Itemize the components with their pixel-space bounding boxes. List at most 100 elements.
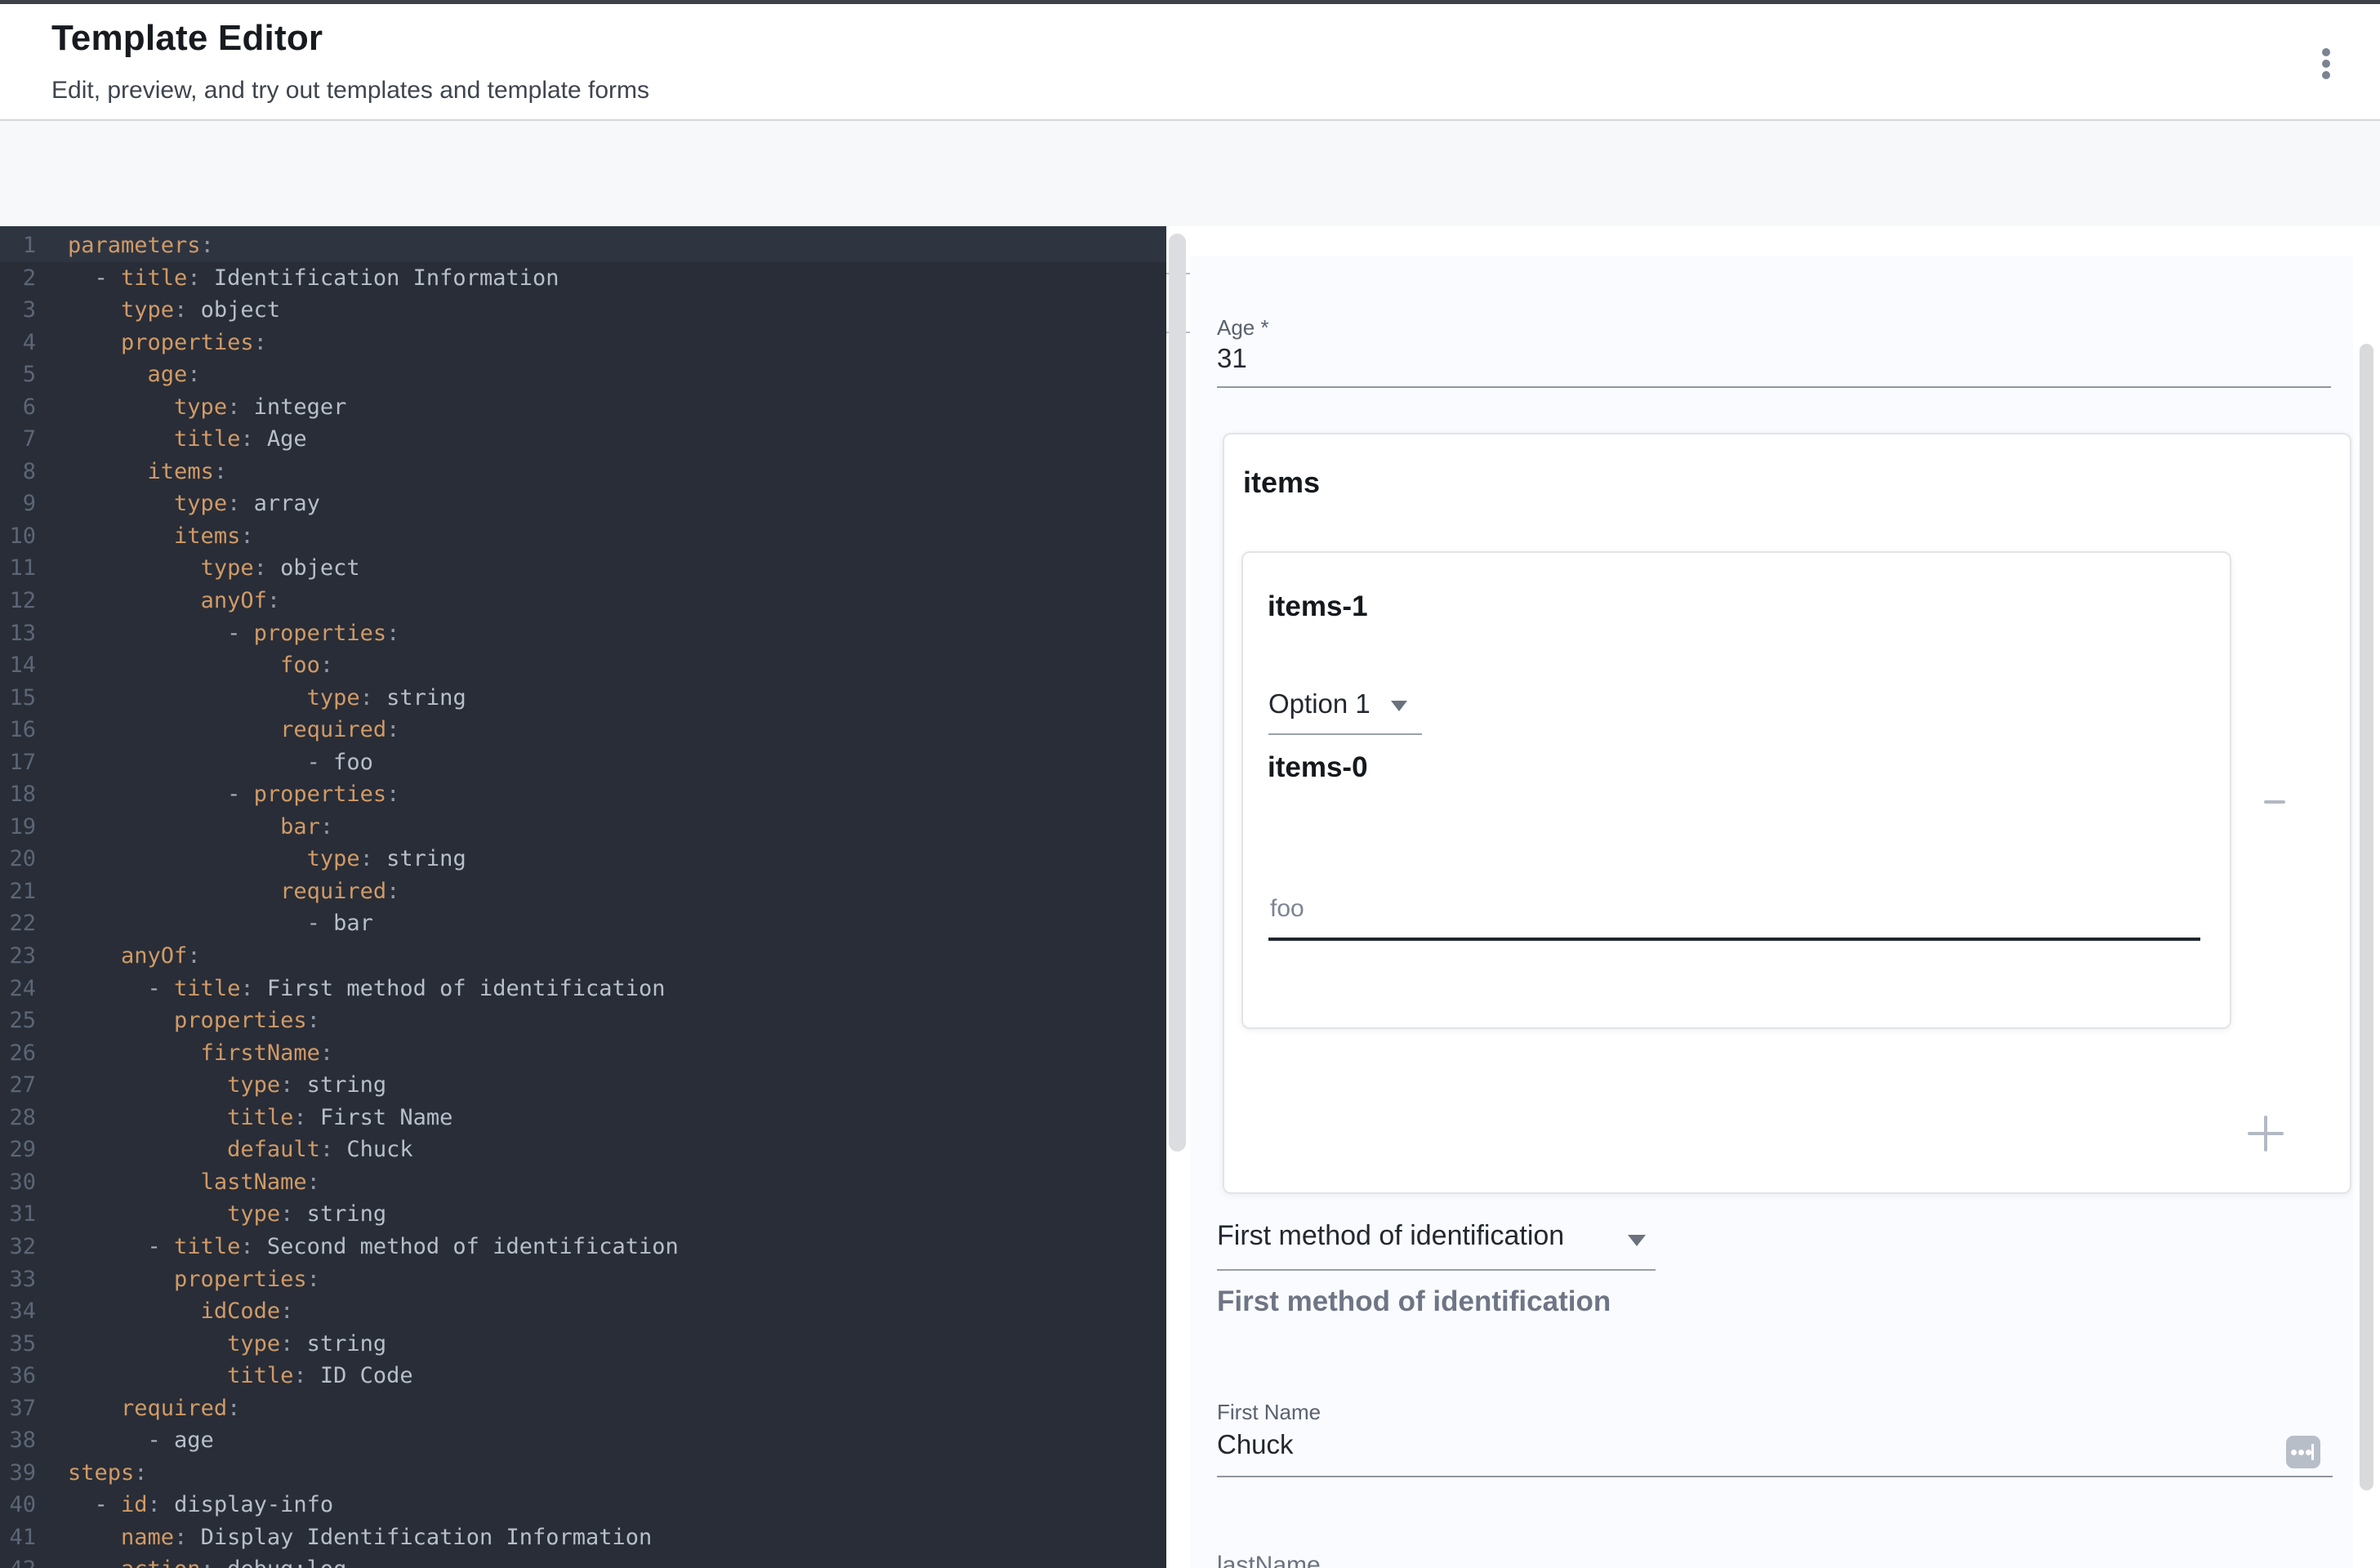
line-number: 24 (0, 973, 36, 1005)
line-number: 19 (0, 811, 36, 844)
code-line[interactable]: 34 idCode: (0, 1295, 1166, 1328)
method-select[interactable]: First method of identification (1217, 1220, 1564, 1252)
code-line[interactable]: 35 type: string (0, 1328, 1166, 1361)
autofill-icon[interactable] (2286, 1436, 2320, 1468)
code-text: properties: (68, 1263, 320, 1296)
foo-input[interactable] (1268, 898, 2200, 938)
first-name-underline (1217, 1476, 2333, 1477)
line-number: 41 (0, 1521, 36, 1554)
age-input[interactable]: 31 (1217, 343, 1247, 374)
code-line[interactable]: 13 - properties: (0, 617, 1166, 650)
code-line[interactable]: 31 type: string (0, 1198, 1166, 1231)
line-number: 33 (0, 1263, 36, 1296)
line-number: 22 (0, 907, 36, 940)
code-line[interactable]: 15 type: string (0, 682, 1166, 715)
line-number: 15 (0, 682, 36, 715)
code-line[interactable]: 2 - title: Identification Information (0, 262, 1166, 295)
items-section-title: items (1243, 466, 1320, 500)
line-number: 7 (0, 423, 36, 456)
code-line[interactable]: 42 action: debug:log (0, 1553, 1166, 1568)
code-text: items: (68, 456, 227, 488)
editor-scrollbar[interactable] (1169, 234, 1186, 1152)
code-line[interactable]: 6 type: integer (0, 391, 1166, 424)
code-text: - title: Identification Information (68, 262, 559, 295)
remove-item-button[interactable] (2253, 781, 2296, 823)
line-number: 17 (0, 746, 36, 779)
code-line[interactable]: 20 type: string (0, 843, 1166, 875)
code-line[interactable]: 5 age: (0, 359, 1166, 391)
option-select-underline (1268, 733, 1422, 735)
form-panel-scrollbar[interactable] (2360, 344, 2373, 1490)
code-line[interactable]: 38 - age (0, 1424, 1166, 1457)
code-line[interactable]: 4 properties: (0, 327, 1166, 359)
code-line[interactable]: 37 required: (0, 1392, 1166, 1425)
add-item-button[interactable] (2244, 1112, 2287, 1155)
code-text: - age (68, 1424, 214, 1457)
yaml-code-editor[interactable]: 1parameters:2 - title: Identification In… (0, 226, 1166, 1568)
code-line[interactable]: 36 title: ID Code (0, 1360, 1166, 1392)
line-number: 16 (0, 714, 36, 746)
code-line[interactable]: 27 type: string (0, 1069, 1166, 1102)
code-line[interactable]: 26 firstName: (0, 1037, 1166, 1070)
window-top-strip (0, 0, 2380, 4)
first-name-label: First Name (1217, 1400, 1321, 1425)
line-number: 39 (0, 1457, 36, 1490)
line-number: 1 (0, 229, 36, 262)
code-line[interactable]: 24 - title: First method of identificati… (0, 973, 1166, 1005)
code-line[interactable]: 11 type: object (0, 552, 1166, 585)
first-name-input[interactable]: Chuck (1217, 1429, 1294, 1460)
arrow-drop-down-icon[interactable] (1628, 1235, 1646, 1246)
code-text: action: debug:log (68, 1553, 346, 1568)
code-line[interactable]: 29 default: Chuck (0, 1134, 1166, 1166)
code-line[interactable]: 32 - title: Second method of identificat… (0, 1231, 1166, 1263)
more-vert-icon[interactable] (2316, 42, 2336, 83)
arrow-drop-down-icon[interactable] (1391, 701, 1407, 711)
line-number: 34 (0, 1295, 36, 1328)
code-line[interactable]: 18 - properties: (0, 778, 1166, 811)
code-text: items: (68, 520, 254, 553)
option-select[interactable]: Option 1 (1268, 688, 1371, 719)
code-line[interactable]: 14 foo: (0, 649, 1166, 682)
code-line[interactable]: 33 properties: (0, 1263, 1166, 1296)
code-text: default: Chuck (68, 1134, 413, 1166)
code-line[interactable]: 23 anyOf: (0, 940, 1166, 973)
line-number: 30 (0, 1166, 36, 1199)
code-text: - foo (68, 746, 373, 779)
code-line[interactable]: 10 items: (0, 520, 1166, 553)
line-number: 26 (0, 1037, 36, 1070)
code-line[interactable]: 17 - foo (0, 746, 1166, 779)
template-editor-page: Template Editor Edit, preview, and try o… (0, 0, 2380, 1568)
code-text: properties: (68, 327, 267, 359)
code-line[interactable]: 22 - bar (0, 907, 1166, 940)
code-line[interactable]: 9 type: array (0, 488, 1166, 520)
code-line[interactable]: 16 required: (0, 714, 1166, 746)
code-line[interactable]: 3 type: object (0, 294, 1166, 327)
code-line[interactable]: 7 title: Age (0, 423, 1166, 456)
line-number: 5 (0, 359, 36, 391)
code-line[interactable]: 1parameters: (0, 229, 1166, 262)
age-input-underline (1217, 386, 2331, 388)
code-text: idCode: (68, 1295, 293, 1328)
code-line[interactable]: 8 items: (0, 456, 1166, 488)
last-name-label: lastName (1217, 1552, 1321, 1568)
code-line[interactable]: 41 name: Display Identification Informat… (0, 1521, 1166, 1554)
line-number: 25 (0, 1004, 36, 1037)
line-number: 4 (0, 327, 36, 359)
code-line[interactable]: 12 anyOf: (0, 585, 1166, 617)
minus-icon (2264, 800, 2285, 804)
code-line[interactable]: 30 lastName: (0, 1166, 1166, 1199)
code-line[interactable]: 21 required: (0, 875, 1166, 908)
method-section-heading: First method of identification (1217, 1285, 1611, 1318)
line-number: 31 (0, 1198, 36, 1231)
code-line[interactable]: 25 properties: (0, 1004, 1166, 1037)
code-text: required: (68, 1392, 240, 1425)
code-line[interactable]: 39steps: (0, 1457, 1166, 1490)
line-number: 28 (0, 1102, 36, 1134)
code-line[interactable]: 40 - id: display-info (0, 1489, 1166, 1521)
code-line[interactable]: 19 bar: (0, 811, 1166, 844)
code-line[interactable]: 28 title: First Name (0, 1102, 1166, 1134)
code-text: firstName: (68, 1037, 333, 1070)
page-title: Template Editor (51, 18, 323, 59)
code-text: lastName: (68, 1166, 320, 1199)
line-number: 40 (0, 1489, 36, 1521)
